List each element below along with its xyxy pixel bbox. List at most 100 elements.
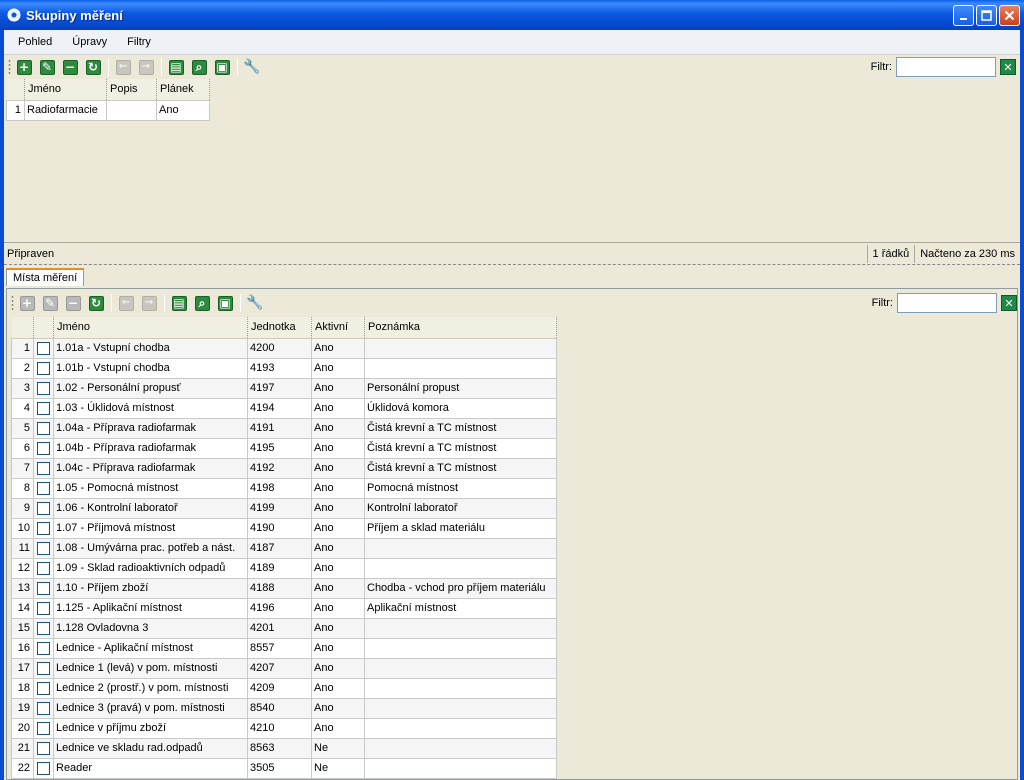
cell-unit[interactable]: 4193 xyxy=(247,357,312,379)
table-row[interactable]: 5 1.04a - Příprava radiofarmak 4191 Ano Čist… xyxy=(11,417,557,439)
cell-active[interactable]: Ano xyxy=(311,597,365,619)
row-checkbox[interactable] xyxy=(37,741,50,755)
cell-checkbox[interactable] xyxy=(33,617,54,639)
cell-name[interactable]: 1.09 - Sklad radioaktivních odpadů xyxy=(53,557,248,579)
groups-filter-clear-button[interactable]: ✕ xyxy=(1000,59,1016,75)
cell-active[interactable]: Ano xyxy=(311,517,365,539)
table-row[interactable]: 4 1.03 - Úklidová místnost 4194 Ano Úklidová… xyxy=(11,397,557,419)
cell-checkbox[interactable] xyxy=(33,357,54,379)
row-checkbox[interactable] xyxy=(37,501,50,515)
column-header-planek[interactable]: Plánek xyxy=(156,79,210,101)
row-checkbox[interactable] xyxy=(37,481,50,495)
places-filter-clear-button[interactable]: ✕ xyxy=(1001,295,1017,311)
cell-name[interactable]: Lednice 1 (levá) v pom. místnosti xyxy=(53,657,248,679)
forward-button[interactable]: → xyxy=(139,293,159,313)
table-row[interactable]: 7 1.04c - Příprava radiofarmak 4192 Ano Čist… xyxy=(11,457,557,479)
cell-name[interactable]: 1.08 - Umývárna prac. potřeb a nást. xyxy=(53,537,248,559)
places-filter-input[interactable] xyxy=(897,293,997,313)
cell-name[interactable]: 1.05 - Pomocná místnost xyxy=(53,477,248,499)
row-checkbox[interactable] xyxy=(37,681,50,695)
cell-name[interactable]: Reader xyxy=(53,757,248,779)
cell-checkbox[interactable] xyxy=(33,577,54,599)
cell-note[interactable]: Pomocná místnost xyxy=(364,477,557,499)
row-checkbox[interactable] xyxy=(37,461,50,475)
row-checkbox[interactable] xyxy=(37,581,50,595)
row-checkbox[interactable] xyxy=(37,661,50,675)
cell-checkbox[interactable] xyxy=(33,557,54,579)
print-preview-button[interactable]: ⌕ xyxy=(189,57,209,77)
panel-splitter[interactable] xyxy=(4,264,1020,267)
cell-name[interactable]: Lednice 3 (pravá) v pom. místnosti xyxy=(53,697,248,719)
cell-checkbox[interactable] xyxy=(33,757,54,779)
table-row[interactable]: 20 Lednice v příjmu zboží 4210 Ano xyxy=(11,717,557,739)
row-checkbox[interactable] xyxy=(37,421,50,435)
cell-note[interactable]: Úklidová komora xyxy=(364,397,557,419)
cell-name[interactable]: 1.02 - Personální propusť xyxy=(53,377,248,399)
cell-name[interactable]: Lednice ve skladu rad.odpadů xyxy=(53,737,248,759)
cell-checkbox[interactable] xyxy=(33,697,54,719)
cell-checkbox[interactable] xyxy=(33,337,54,359)
column-header-jmeno[interactable]: Jméno xyxy=(53,317,248,339)
cell-unit[interactable]: 4194 xyxy=(247,397,312,419)
row-checkbox[interactable] xyxy=(37,541,50,555)
cell-name[interactable]: 1.01a - Vstupní chodba xyxy=(53,337,248,359)
settings-button[interactable]: 🔧 xyxy=(245,293,265,313)
cell-checkbox[interactable] xyxy=(33,397,54,419)
cell-active[interactable]: Ano xyxy=(311,377,365,399)
cell-name[interactable]: 1.04a - Příprava radiofarmak xyxy=(53,417,248,439)
cell-unit[interactable]: 4210 xyxy=(247,717,312,739)
cell-unit[interactable]: 8563 xyxy=(247,737,312,759)
cell-active[interactable]: Ano xyxy=(311,557,365,579)
cell-unit[interactable]: 4188 xyxy=(247,577,312,599)
table-row[interactable]: 12 1.09 - Sklad radioaktivních odpadů 4189… xyxy=(11,557,557,579)
column-header-poznamka[interactable]: Poznámka xyxy=(364,317,557,339)
cell-unit[interactable]: 4207 xyxy=(247,657,312,679)
cell-unit[interactable]: 4201 xyxy=(247,617,312,639)
cell-name[interactable]: 1.01b - Vstupní chodba xyxy=(53,357,248,379)
table-row[interactable]: 6 1.04b - Příprava radiofarmak 4195 Ano Čist… xyxy=(11,437,557,459)
row-checkbox[interactable] xyxy=(37,641,50,655)
print-preview-button[interactable]: ⌕ xyxy=(192,293,212,313)
delete-button[interactable]: − xyxy=(63,293,83,313)
cell-checkbox[interactable] xyxy=(33,437,54,459)
row-checkbox[interactable] xyxy=(37,601,50,615)
tab-mista-mereni[interactable]: Místa měření xyxy=(6,268,85,286)
cell-unit[interactable]: 4209 xyxy=(247,677,312,699)
table-row[interactable]: 17 Lednice 1 (levá) v pom. místnosti 4207 A… xyxy=(11,657,557,679)
table-row[interactable]: 1 1.01a - Vstupní chodba 4200 Ano xyxy=(11,337,557,359)
refresh-button[interactable]: ↻ xyxy=(86,293,106,313)
cell-active[interactable]: Ne xyxy=(311,737,365,759)
menu-filtry[interactable]: Filtry xyxy=(119,36,159,48)
cell-active[interactable]: Ano xyxy=(311,697,365,719)
cell-note[interactable] xyxy=(364,337,557,359)
cell-note[interactable]: Chodba - vchod pro příjem materiálu xyxy=(364,577,557,599)
cell-unit[interactable]: 8540 xyxy=(247,697,312,719)
cell-active[interactable]: Ano xyxy=(311,397,365,419)
cell-checkbox[interactable] xyxy=(33,657,54,679)
table-row[interactable]: 19 Lednice 3 (pravá) v pom. místnosti 8540… xyxy=(11,697,557,719)
cell-unit[interactable]: 4196 xyxy=(247,597,312,619)
save-button[interactable]: ▣ xyxy=(215,293,235,313)
cell-active[interactable]: Ano xyxy=(311,437,365,459)
cell-note[interactable]: Čistá krevní a TC místnost xyxy=(364,457,557,479)
delete-button[interactable]: − xyxy=(60,57,80,77)
table-row[interactable]: 3 1.02 - Personální propusť 4197 Ano Personá… xyxy=(11,377,557,399)
cell-name[interactable]: Radiofarmacie xyxy=(24,99,107,121)
cell-note[interactable] xyxy=(364,537,557,559)
cell-plan[interactable]: Ano xyxy=(156,99,210,121)
cell-name[interactable]: 1.07 - Příjmová místnost xyxy=(53,517,248,539)
cell-note[interactable] xyxy=(364,697,557,719)
cell-note[interactable] xyxy=(364,717,557,739)
cell-active[interactable]: Ano xyxy=(311,497,365,519)
row-checkbox[interactable] xyxy=(37,401,50,415)
cell-desc[interactable] xyxy=(106,99,157,121)
cell-name[interactable]: Lednice 2 (prostř.) v pom. místnosti xyxy=(53,677,248,699)
cell-checkbox[interactable] xyxy=(33,717,54,739)
column-header-jednotka[interactable]: Jednotka xyxy=(247,317,312,339)
table-row[interactable]: 10 1.07 - Příjmová místnost 4190 Ano Příjem … xyxy=(11,517,557,539)
column-header-jmeno[interactable]: Jméno xyxy=(24,79,107,101)
cell-active[interactable]: Ano xyxy=(311,417,365,439)
row-checkbox[interactable] xyxy=(37,341,50,355)
cell-note[interactable] xyxy=(364,557,557,579)
cell-note[interactable]: Aplikační místnost xyxy=(364,597,557,619)
